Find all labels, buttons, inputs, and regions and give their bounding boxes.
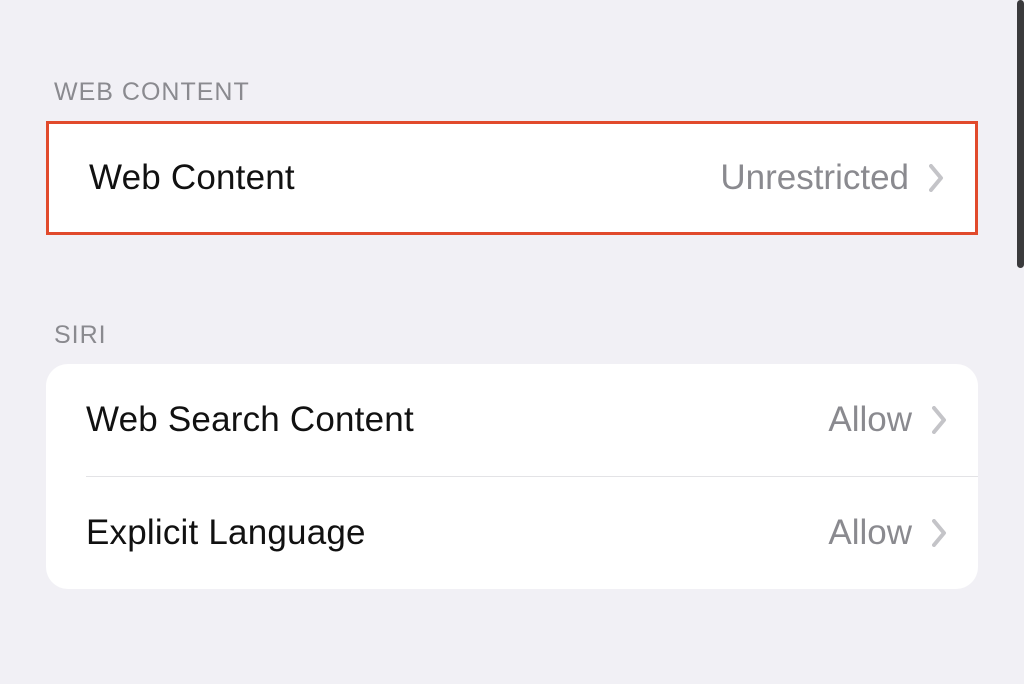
scrollbar[interactable] <box>1017 0 1024 268</box>
row-trailing: Allow <box>828 513 948 553</box>
row-trailing: Unrestricted <box>720 158 945 198</box>
section-header-web-content: WEB CONTENT <box>46 78 978 121</box>
row-value-web-search-content: Allow <box>828 400 912 440</box>
chevron-right-icon <box>932 406 948 434</box>
chevron-right-icon <box>932 519 948 547</box>
chevron-right-icon <box>929 164 945 192</box>
group-web-content-highlight: Web Content Unrestricted <box>46 121 978 235</box>
row-value-explicit-language: Allow <box>828 513 912 553</box>
group-siri: Web Search Content Allow Explicit Langua… <box>46 364 978 589</box>
row-explicit-language[interactable]: Explicit Language Allow <box>46 477 978 589</box>
row-web-content[interactable]: Web Content Unrestricted <box>49 124 975 232</box>
row-label-explicit-language: Explicit Language <box>86 513 366 553</box>
row-trailing: Allow <box>828 400 948 440</box>
row-label-web-search-content: Web Search Content <box>86 400 414 440</box>
section-header-siri: SIRI <box>46 321 978 364</box>
row-value-web-content: Unrestricted <box>720 158 909 198</box>
row-web-search-content[interactable]: Web Search Content Allow <box>46 364 978 476</box>
row-label-web-content: Web Content <box>89 158 295 198</box>
